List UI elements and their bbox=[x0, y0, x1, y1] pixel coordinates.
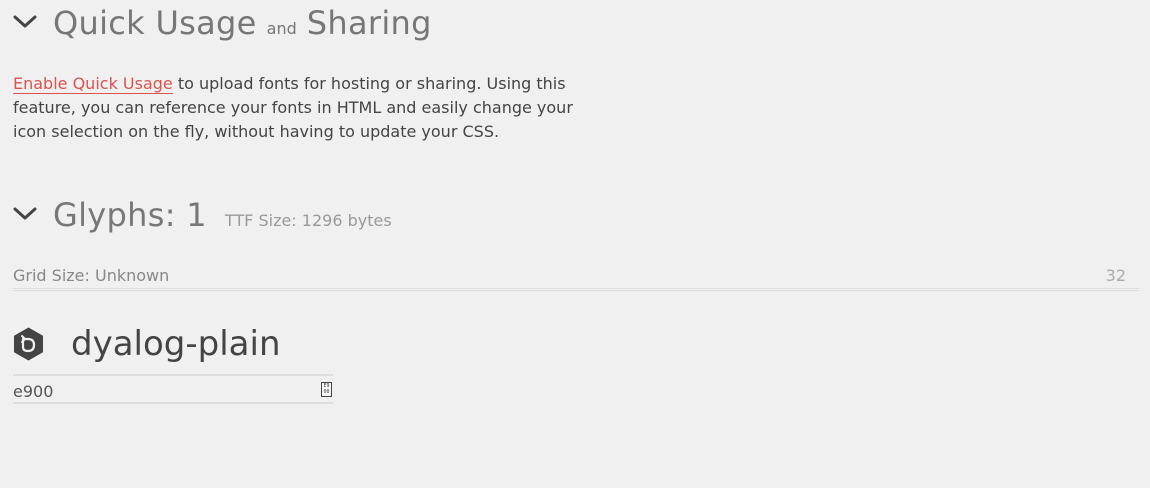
quick-usage-title: Quick Usage bbox=[53, 4, 257, 42]
ttf-size-label: TTF Size: 1296 bytes bbox=[224, 211, 392, 230]
quick-usage-title-and: and bbox=[266, 19, 297, 38]
glyph-code-field[interactable]: e900 E9 00 bbox=[13, 374, 333, 404]
dyalog-hexagon-icon bbox=[13, 327, 44, 361]
glyph-code-value[interactable]: e900 bbox=[13, 382, 53, 401]
quick-usage-description: Enable Quick Usage to upload fonts for h… bbox=[13, 72, 583, 144]
quick-usage-header[interactable]: Quick Usage and Sharing bbox=[13, 4, 432, 42]
chevron-down-icon[interactable] bbox=[13, 10, 37, 34]
glyph-preview-icon: E9 00 bbox=[321, 382, 332, 397]
glyphs-count-title: Glyphs: 1 bbox=[53, 196, 207, 234]
grid-size-row: Grid Size: Unknown 32 bbox=[13, 266, 1139, 291]
chevron-down-icon[interactable] bbox=[13, 202, 37, 226]
grid-size-value: 32 bbox=[1105, 266, 1126, 285]
sharing-title: Sharing bbox=[306, 4, 432, 42]
enable-quick-usage-link[interactable]: Enable Quick Usage bbox=[13, 74, 173, 94]
glyph-name[interactable]: dyalog-plain bbox=[71, 324, 281, 364]
glyph-preview-bottom: 00 bbox=[323, 389, 330, 395]
glyphs-header[interactable]: Glyphs: 1 TTF Size: 1296 bytes bbox=[13, 196, 392, 234]
grid-size-label: Grid Size: Unknown bbox=[13, 266, 170, 285]
